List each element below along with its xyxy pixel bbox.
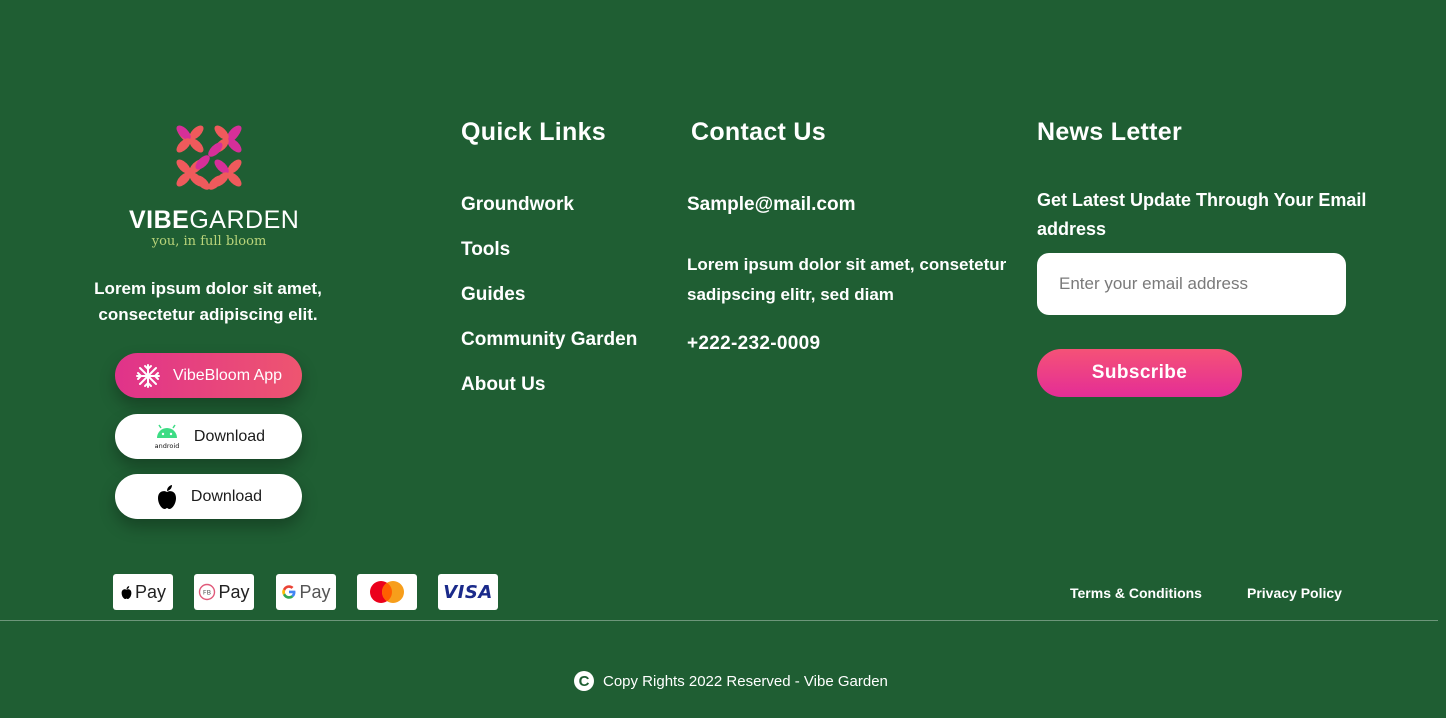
- google-pay-text: Pay: [299, 581, 331, 602]
- contact-address: Lorem ipsum dolor sit amet, consetetur s…: [687, 255, 1007, 304]
- fb-pay-text: Pay: [218, 581, 250, 602]
- footer-divider: [0, 620, 1438, 621]
- apple-pay-badge: Pay: [113, 574, 173, 610]
- newsletter-title: News Letter: [1037, 118, 1183, 146]
- copyright: C Copy Rights 2022 Reserved - Vibe Garde…: [574, 671, 888, 691]
- flower-logo-icon: [176, 125, 242, 190]
- quick-link-groundwork[interactable]: Groundwork: [461, 194, 574, 216]
- mastercard-badge: [357, 574, 417, 610]
- contact-email[interactable]: Sample@mail.com: [687, 194, 855, 216]
- fb-pay-icon: FB: [199, 583, 216, 601]
- fb-pay-badge: FB Pay: [194, 574, 254, 610]
- privacy-policy-link[interactable]: Privacy Policy: [1247, 585, 1342, 601]
- newsletter-email-input[interactable]: [1037, 253, 1346, 315]
- brand-tagline: you, in full bloom: [151, 234, 267, 249]
- quick-link-about-us[interactable]: About Us: [461, 374, 545, 396]
- visa-badge: VISA: [438, 574, 498, 610]
- quick-link-tools[interactable]: Tools: [461, 239, 510, 261]
- newsletter-description: Get Latest Update Through Your Email add…: [1037, 190, 1367, 239]
- ios-download-button[interactable]: Download: [115, 474, 302, 519]
- copyright-text: Copy Rights 2022 Reserved - Vibe Garden: [603, 672, 888, 690]
- quick-link-community-garden[interactable]: Community Garden: [461, 329, 637, 351]
- brand-description: Lorem ipsum dolor sit amet, consectetur …: [94, 279, 322, 324]
- quick-links-title: Quick Links: [461, 118, 607, 146]
- brand-name-bold: VIBE: [129, 206, 190, 234]
- subscribe-button[interactable]: Subscribe: [1037, 349, 1242, 397]
- svg-text:FB: FB: [203, 589, 211, 597]
- android-download-button[interactable]: android Download: [115, 414, 302, 459]
- ios-download-label: Download: [190, 487, 263, 505]
- android-icon: android: [155, 424, 180, 450]
- vibebloom-app-button[interactable]: VibeBloom App: [115, 353, 302, 398]
- copyright-icon: C: [574, 671, 594, 691]
- google-pay-badge: Pay: [276, 574, 336, 610]
- contact-us-title: Contact Us: [691, 118, 826, 146]
- terms-conditions-link[interactable]: Terms & Conditions: [1070, 585, 1202, 601]
- contact-phone[interactable]: +222-232-0009: [687, 333, 820, 355]
- mastercard-icon: [370, 581, 404, 603]
- brand-name: VIBEGARDEN: [129, 206, 299, 234]
- visa-text: VISA: [443, 581, 493, 603]
- brand-logo[interactable]: VIBEGARDEN you, in full bloom: [129, 116, 299, 250]
- snowflake-icon: [135, 363, 160, 388]
- apple-pay-icon: [121, 585, 132, 599]
- brand-name-regular: GARDEN: [189, 206, 300, 234]
- apple-pay-text: Pay: [134, 581, 167, 602]
- svg-text:android: android: [155, 442, 180, 450]
- quick-link-guides[interactable]: Guides: [461, 284, 525, 306]
- google-g-icon: [282, 585, 296, 599]
- vibebloom-app-label: VibeBloom App: [172, 366, 283, 384]
- apple-icon: [157, 484, 176, 509]
- android-download-label: Download: [193, 427, 266, 445]
